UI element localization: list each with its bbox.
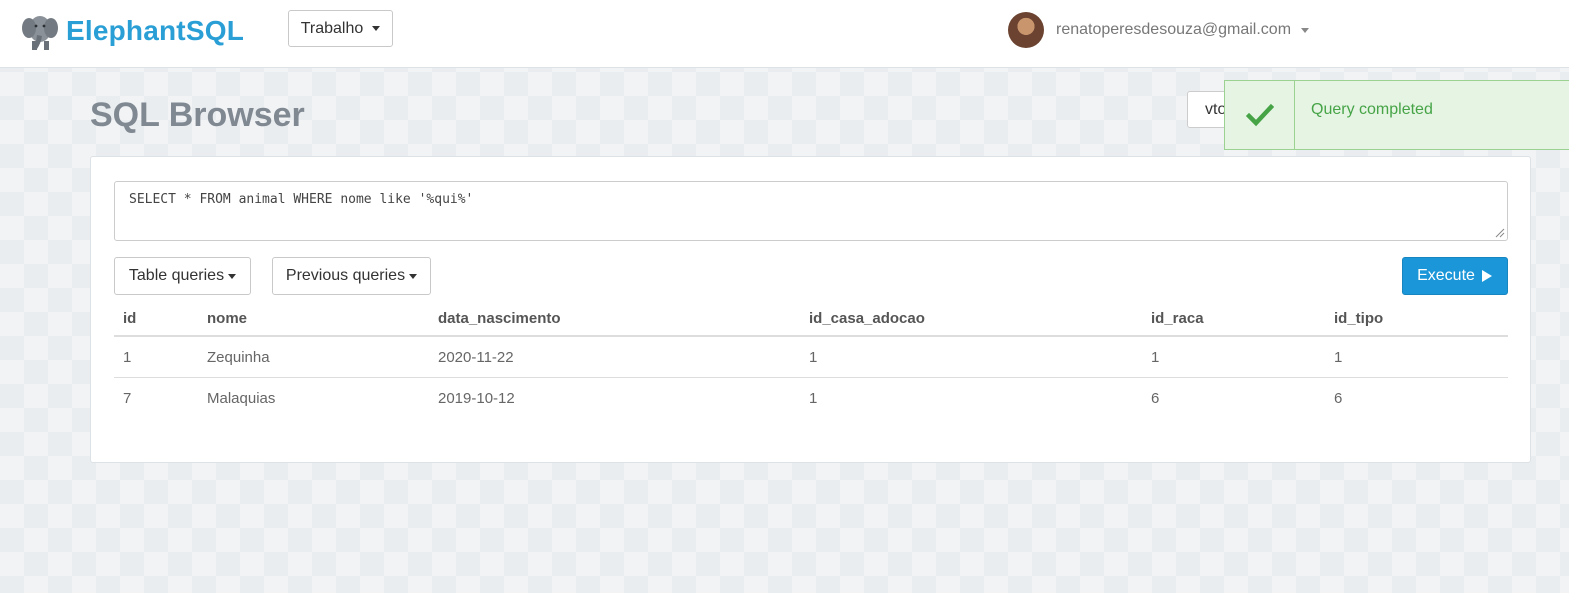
cell-id-tipo: 1 — [1325, 336, 1508, 378]
table-header-row: id nome data_nascimento id_casa_adocao i… — [114, 302, 1508, 337]
cell-id: 1 — [114, 336, 198, 378]
results-table: id nome data_nascimento id_casa_adocao i… — [114, 302, 1508, 418]
table-queries-button[interactable]: Table queries — [114, 257, 251, 295]
previous-queries-label: Previous queries — [285, 267, 406, 284]
brand-logo[interactable]: ElephantSQL — [20, 11, 244, 51]
previous-queries-button[interactable]: Previous queries — [272, 257, 431, 295]
chevron-down-icon — [409, 273, 418, 279]
cell-nome: Malaquias — [207, 389, 276, 407]
column-header-id: id — [114, 302, 198, 337]
cell-nome: Zequinha — [198, 336, 429, 378]
column-header-data-nascimento: data_nascimento — [429, 302, 800, 337]
table-queries-label: Table queries — [128, 267, 225, 284]
cell-data-nascimento: 2020-11-22 — [429, 336, 800, 378]
chevron-down-icon — [372, 26, 381, 31]
avatar — [1008, 12, 1044, 48]
column-header-nome: nome — [198, 302, 429, 337]
table-row: 7 Malaquias 2019-10-12 1 6 6 — [114, 378, 1508, 419]
execute-button[interactable]: Execute — [1402, 257, 1508, 295]
sql-query-text: SELECT * FROM animal WHERE nome like '%q… — [129, 192, 474, 207]
column-header-id-raca: id_raca — [1142, 302, 1325, 337]
brand-name: ElephantSQL — [66, 15, 244, 46]
user-email: renatoperesdesouza@gmail.com — [1056, 21, 1292, 38]
cell-data-nascimento: 2019-10-12 — [438, 389, 515, 407]
cell-id-raca: 1 — [1142, 336, 1325, 378]
check-icon — [1225, 81, 1295, 149]
cell-id-casa-adocao: 1 — [800, 336, 1142, 378]
cell-id-raca: 6 — [1151, 389, 1160, 407]
sql-query-input[interactable]: SELECT * FROM animal WHERE nome like '%q… — [114, 181, 1508, 241]
user-menu[interactable]: renatoperesdesouza@gmail.com — [1008, 12, 1310, 48]
chevron-down-icon — [1301, 27, 1310, 33]
toast-notification[interactable]: Query completed — [1224, 80, 1569, 150]
cell-id-tipo: 6 — [1334, 389, 1343, 407]
instance-dropdown[interactable]: Trabalho — [288, 10, 393, 47]
instance-label: Trabalho — [300, 19, 364, 37]
page-title: SQL Browser — [90, 96, 305, 134]
resize-grip-icon[interactable] — [1495, 228, 1505, 238]
cell-id-casa-adocao: 1 — [809, 389, 818, 407]
play-icon — [1481, 270, 1492, 282]
column-header-id-tipo: id_tipo — [1325, 302, 1508, 337]
column-header-id-casa-adocao: id_casa_adocao — [800, 302, 1142, 337]
toast-message: Query completed — [1311, 101, 1433, 118]
table-row: 1 Zequinha 2020-11-22 1 1 1 — [114, 336, 1508, 378]
execute-label: Execute — [1417, 267, 1475, 284]
cell-id: 7 — [123, 389, 132, 407]
query-panel: SELECT * FROM animal WHERE nome like '%q… — [90, 156, 1531, 463]
elephant-icon — [22, 16, 58, 50]
top-navbar: ElephantSQL Trabalho renatoperesdesouza@… — [0, 0, 1569, 68]
chevron-down-icon — [228, 273, 237, 279]
